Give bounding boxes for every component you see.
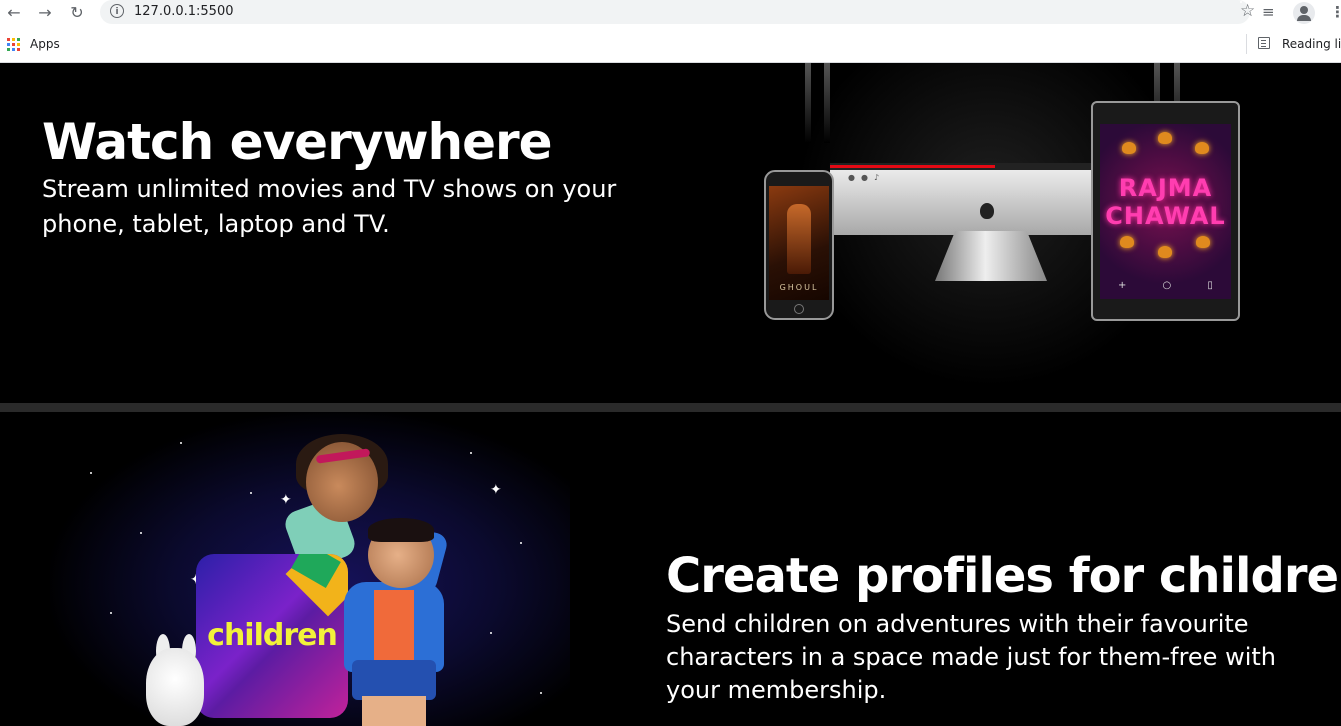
sparkle-icon: ✦ <box>280 492 292 508</box>
children-tile: children <box>196 554 348 718</box>
info-icon[interactable]: i <box>110 4 124 18</box>
tablet-device: RAJMA CHAWAL + ○ ▯ <box>1091 101 1240 321</box>
tablet-poster-title-line2: CHAWAL <box>1105 202 1226 230</box>
diya-lamp-icon <box>1158 132 1172 144</box>
reading-list-button[interactable]: Reading list <box>1282 37 1341 51</box>
apps-bookmark[interactable]: Apps <box>30 37 60 51</box>
background-pillar <box>805 63 811 143</box>
divider <box>1246 34 1247 54</box>
reading-list-icon[interactable] <box>1258 37 1270 49</box>
section-title: Create profiles for children. <box>666 548 1341 604</box>
media-control-icon[interactable]: ≡ <box>1262 3 1275 21</box>
children-tile-label: children <box>207 618 338 653</box>
watch-everywhere-section: Watch everywhere Stream unlimited movies… <box>0 63 1341 403</box>
url-text[interactable]: 127.0.0.1:5500 <box>134 4 234 19</box>
section-title: Watch everywhere <box>42 113 553 171</box>
diya-lamp-icon <box>1122 142 1136 154</box>
diya-lamp-icon <box>1158 246 1172 258</box>
character-boy-shirt <box>374 590 414 668</box>
apple-logo-icon <box>980 203 994 219</box>
phone-poster-title: GHOUL <box>779 283 819 292</box>
back-arrow-icon[interactable]: ← <box>3 2 25 24</box>
apps-grid-icon[interactable] <box>7 38 20 51</box>
diya-lamp-icon <box>1196 236 1210 248</box>
character-boy-shorts <box>352 660 436 700</box>
section-description: Send children on adventures with their f… <box>666 610 1276 704</box>
diya-lamp-icon <box>1120 236 1134 248</box>
profile-icon[interactable] <box>1293 2 1315 24</box>
tablet-poster-title-line1: RAJMA <box>1118 174 1213 202</box>
address-bar[interactable]: i 127.0.0.1:5500 ☆ <box>100 0 1255 24</box>
poster-figure <box>787 204 811 274</box>
monitor-device: ●●♪ <box>830 163 1092 235</box>
background-pillar <box>824 63 830 143</box>
forward-arrow-icon[interactable]: → <box>34 2 56 24</box>
bookmark-star-icon[interactable]: ☆ <box>1240 1 1255 21</box>
section-description: Stream unlimited movies and TV shows on … <box>42 175 617 238</box>
section-separator <box>0 403 1341 412</box>
children-profiles-section: ✦ ✦ ✦ children Create profiles for child… <box>0 412 1341 726</box>
phone-screen: GHOUL <box>769 186 829 300</box>
progress-bar <box>830 165 1092 170</box>
sparkle-icon: ✦ <box>490 482 502 498</box>
phone-device: GHOUL <box>764 170 834 320</box>
tablet-screen: RAJMA CHAWAL + ○ ▯ <box>1100 124 1231 299</box>
tablet-action-icons: + ○ ▯ <box>1118 280 1213 291</box>
character-bunny <box>146 648 204 726</box>
home-button-icon <box>794 304 804 314</box>
character-boy-hair <box>368 518 434 542</box>
reload-icon[interactable]: ↻ <box>66 2 88 24</box>
bookmarks-bar: Apps Reading list <box>0 26 1341 63</box>
diya-lamp-icon <box>1195 142 1209 154</box>
browser-toolbar: ← → ↻ i 127.0.0.1:5500 ☆ ≡ ⋮ <box>0 0 1341 26</box>
character-boy-legs <box>362 696 426 726</box>
player-controls: ●●♪ <box>848 173 886 182</box>
menu-icon[interactable]: ⋮ <box>1330 3 1341 21</box>
